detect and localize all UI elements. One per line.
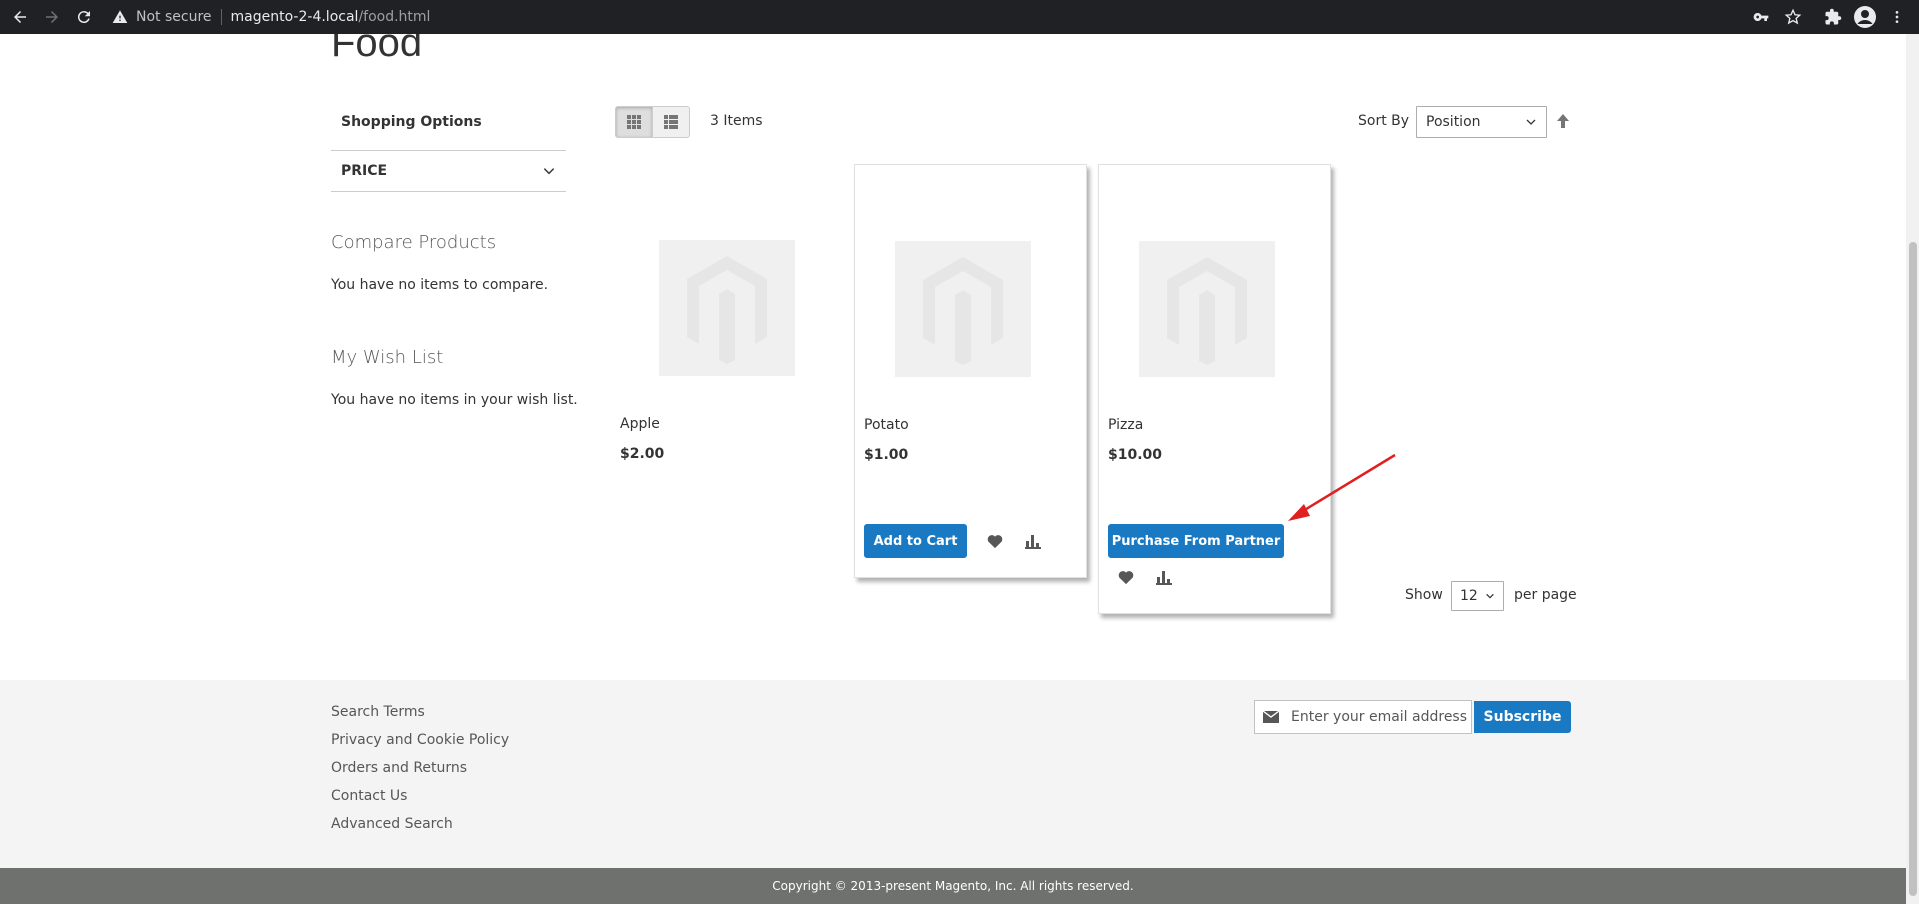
- warning-icon: [112, 10, 128, 23]
- limiter-value: 12: [1460, 588, 1478, 604]
- address-bar[interactable]: Not secure magento-2-4.local/food.html: [112, 3, 1802, 31]
- footer-link-advanced-search[interactable]: Advanced Search: [331, 816, 453, 832]
- product-price: $10.00: [1108, 447, 1163, 463]
- sort-by-value: Position: [1426, 114, 1481, 130]
- chevron-down-icon: [543, 168, 555, 175]
- sidebar: Shopping Options PRICE: [331, 112, 566, 192]
- product-image[interactable]: [1139, 241, 1275, 377]
- magento-placeholder-icon: [1167, 257, 1247, 365]
- back-icon[interactable]: [4, 0, 36, 34]
- sort-direction-button[interactable]: [1553, 110, 1573, 132]
- page-title: Food: [331, 34, 423, 65]
- sort-by-select[interactable]: Position: [1416, 106, 1547, 138]
- product-price: $1.00: [864, 447, 909, 463]
- compare-icon[interactable]: [1153, 566, 1175, 588]
- wishlist-empty-text: You have no items in your wish list.: [331, 392, 578, 408]
- product-card-pizza: Pizza $10.00 Purchase From Partner: [1098, 164, 1331, 614]
- subscribe-button[interactable]: Subscribe: [1474, 701, 1571, 733]
- product-name[interactable]: Pizza: [1108, 417, 1143, 433]
- grid-icon: [627, 115, 641, 129]
- grid-mode-button[interactable]: [615, 106, 653, 138]
- profile-avatar-icon[interactable]: [1850, 0, 1880, 34]
- magento-placeholder-icon: [687, 256, 767, 364]
- price-filter-label: PRICE: [341, 163, 388, 179]
- scrollbar-thumb[interactable]: [1909, 242, 1917, 896]
- product-image[interactable]: [659, 240, 795, 376]
- per-page-label: per page: [1514, 587, 1577, 603]
- page-viewport: Food Shopping Options PRICE Compare Prod…: [0, 34, 1906, 904]
- newsletter-placeholder: Enter your email address: [1291, 709, 1468, 725]
- price-filter[interactable]: PRICE: [331, 150, 566, 192]
- arrow-up-icon: [1557, 114, 1569, 128]
- show-label: Show: [1405, 587, 1443, 603]
- url-host: magento-2-4.local: [230, 9, 359, 25]
- list-mode-button[interactable]: [652, 106, 690, 138]
- heart-icon[interactable]: [1115, 566, 1137, 588]
- footer-link-contact-us[interactable]: Contact Us: [331, 788, 407, 804]
- product-name[interactable]: Apple: [620, 416, 660, 432]
- security-label: Not secure: [136, 9, 212, 25]
- product-image[interactable]: [895, 241, 1031, 377]
- list-icon: [664, 115, 678, 129]
- extensions-icon[interactable]: [1818, 0, 1848, 34]
- newsletter-email-field[interactable]: Enter your email address: [1254, 700, 1472, 734]
- chevron-down-icon: [1526, 119, 1536, 125]
- reload-icon[interactable]: [68, 0, 100, 34]
- product-card-potato: Potato $1.00 Add to Cart: [854, 164, 1087, 578]
- page-scrollbar[interactable]: [1906, 34, 1919, 904]
- footer-link-privacy[interactable]: Privacy and Cookie Policy: [331, 732, 509, 748]
- shopping-options-title: Shopping Options: [341, 114, 482, 130]
- product-card-apple: Apple $2.00: [616, 164, 849, 464]
- limiter-select[interactable]: 12: [1451, 581, 1504, 611]
- add-to-cart-button[interactable]: Add to Cart: [864, 524, 967, 558]
- forward-icon[interactable]: [36, 0, 68, 34]
- url-path: /food.html: [358, 9, 431, 25]
- chevron-down-icon: [1486, 593, 1494, 599]
- footer: Search Terms Privacy and Cookie Policy O…: [0, 680, 1906, 868]
- footer-link-orders-returns[interactable]: Orders and Returns: [331, 760, 467, 776]
- heart-icon[interactable]: [984, 530, 1006, 552]
- product-name[interactable]: Potato: [864, 417, 909, 433]
- sort-by-label: Sort By: [1358, 113, 1410, 129]
- bookmark-star-icon[interactable]: [1778, 0, 1808, 34]
- address-separator: [220, 9, 222, 25]
- magento-placeholder-icon: [923, 257, 1003, 365]
- menu-kebab-icon[interactable]: [1882, 0, 1912, 34]
- envelope-icon: [1263, 710, 1279, 723]
- browser-toolbar: Not secure magento-2-4.local/food.html: [0, 0, 1919, 34]
- wishlist-title: My Wish List: [331, 347, 444, 368]
- compare-empty-text: You have no items to compare.: [331, 277, 549, 293]
- footer-link-search-terms[interactable]: Search Terms: [331, 704, 425, 720]
- product-price: $2.00: [620, 446, 665, 462]
- purchase-from-partner-button[interactable]: Purchase From Partner: [1108, 524, 1284, 558]
- key-icon[interactable]: [1746, 0, 1776, 34]
- copyright: Copyright © 2013-present Magento, Inc. A…: [0, 868, 1906, 904]
- items-count: 3 Items: [710, 113, 763, 129]
- compare-products-title: Compare Products: [331, 232, 497, 253]
- compare-icon[interactable]: [1022, 530, 1044, 552]
